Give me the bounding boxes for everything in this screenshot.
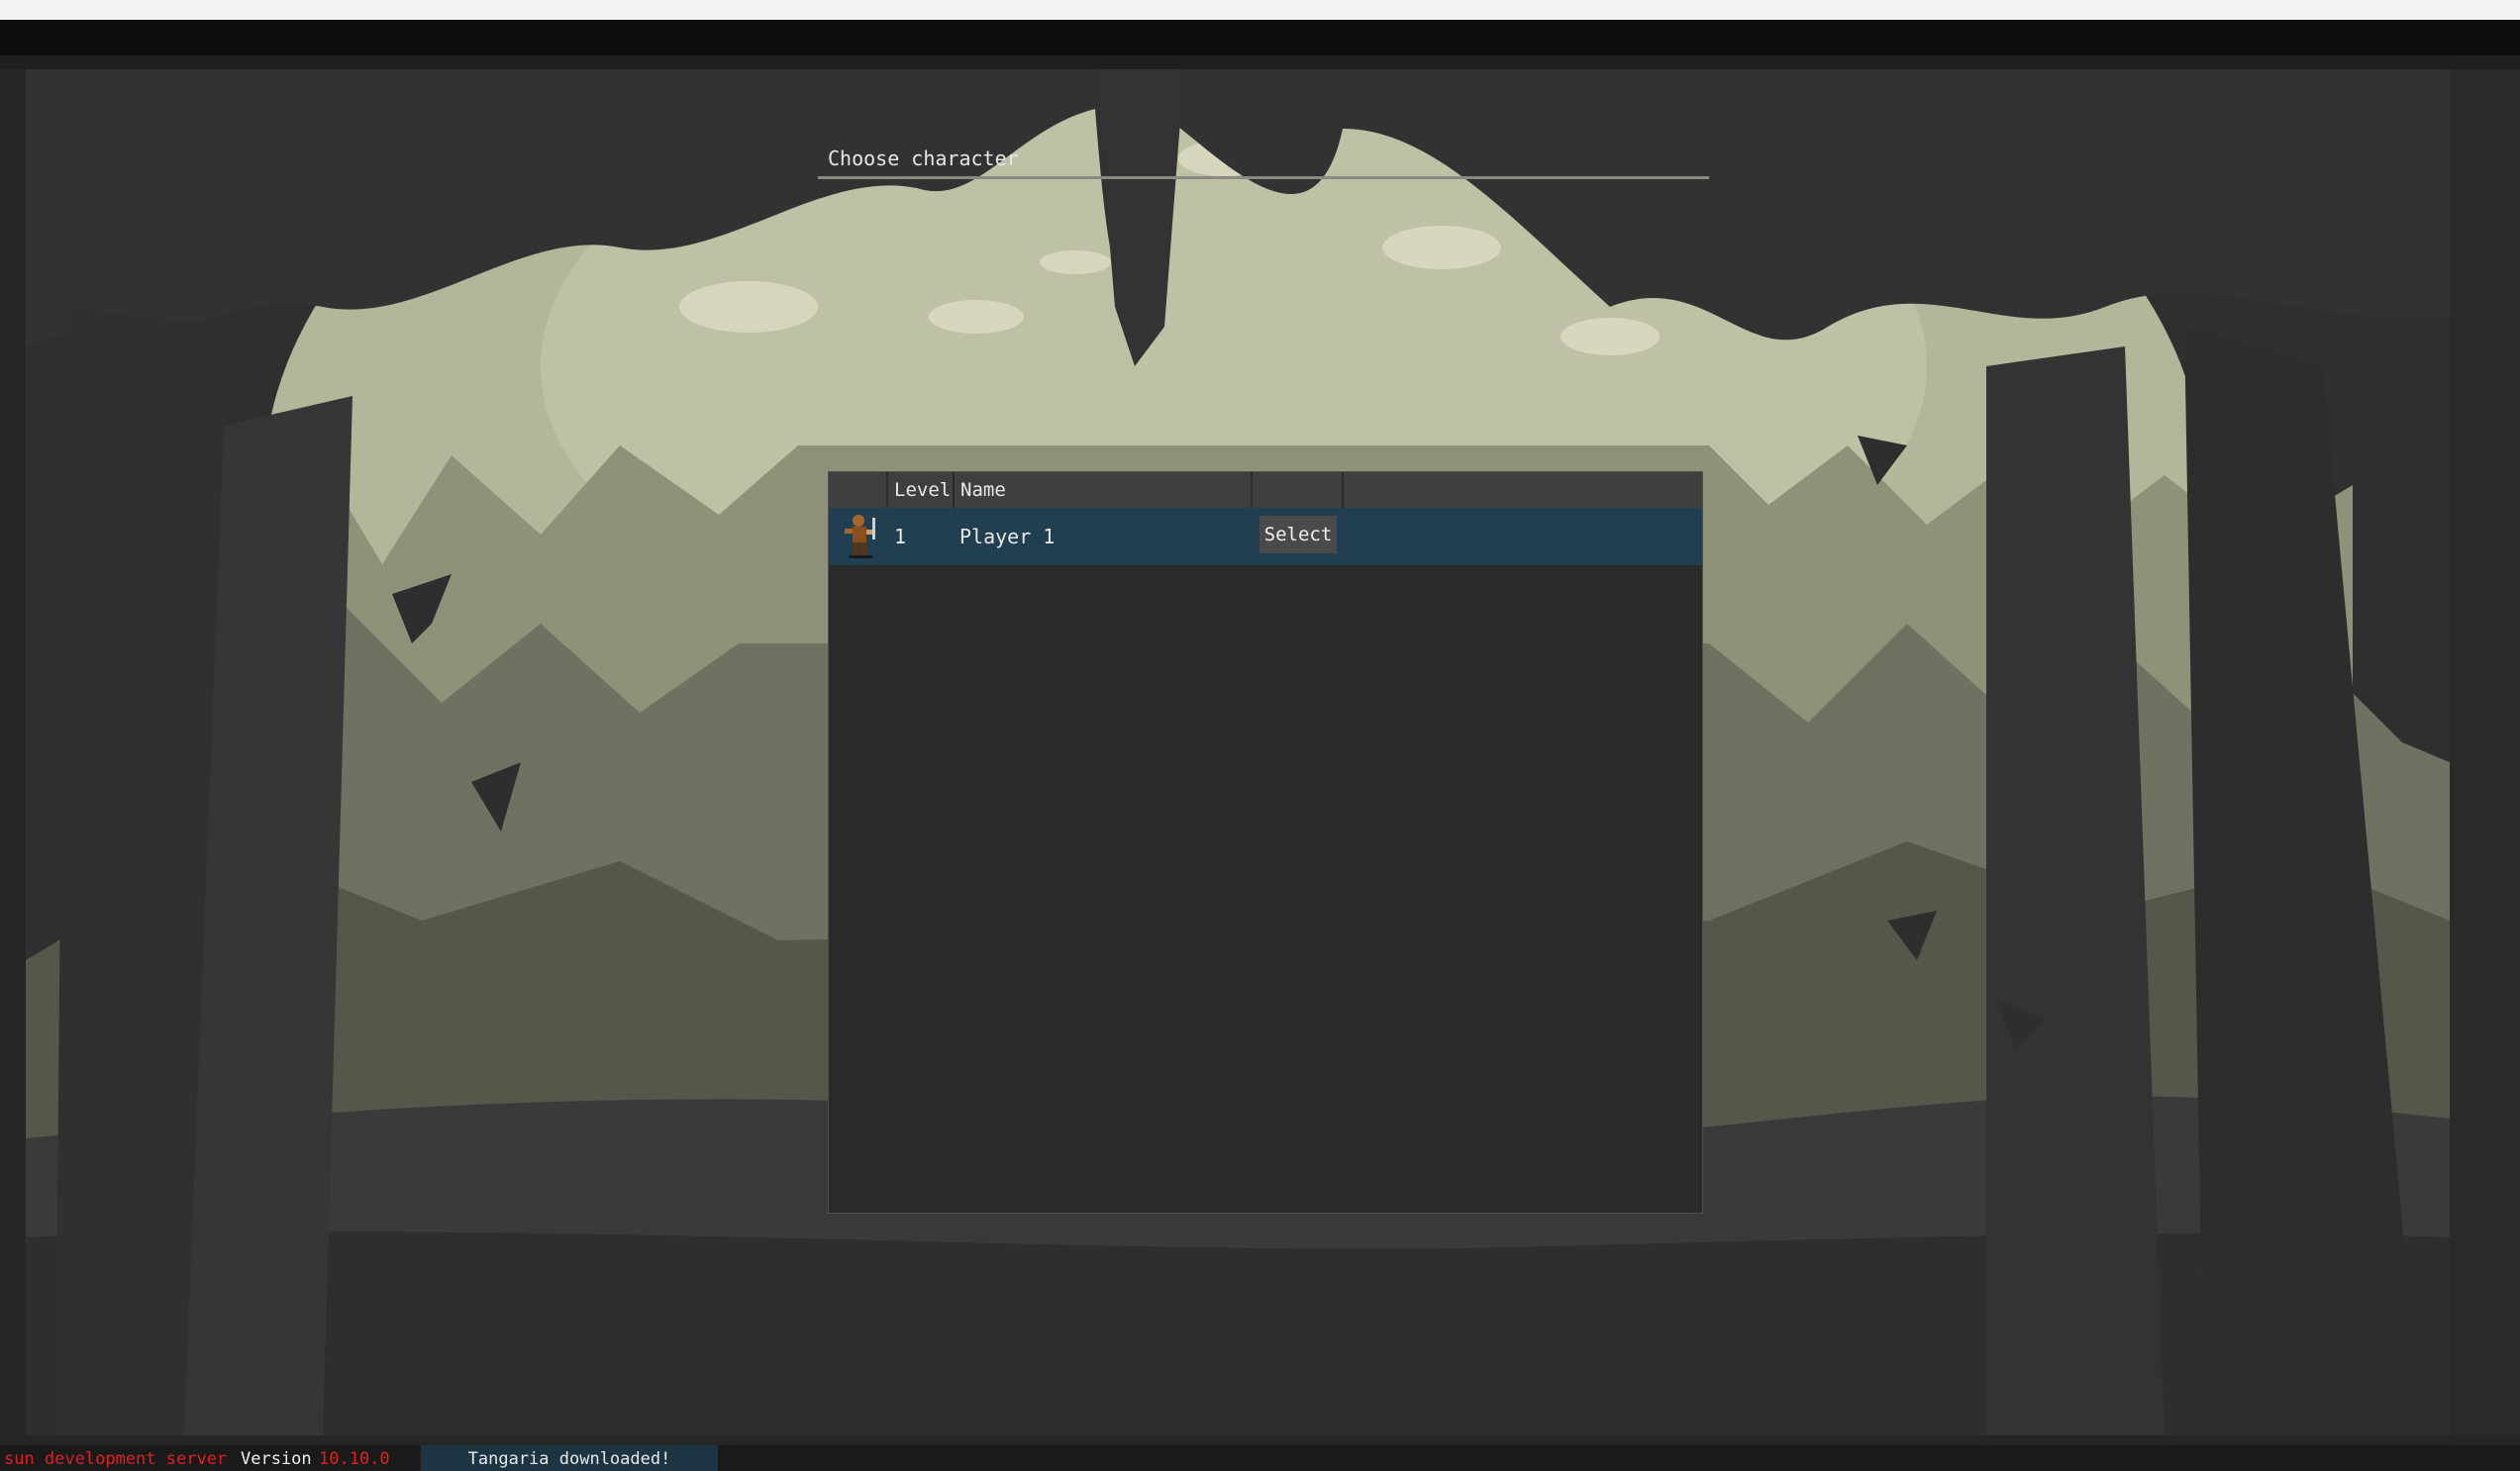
top-divider [0, 55, 2520, 69]
character-name: Player 1 [959, 525, 1056, 548]
title-underline [818, 176, 1709, 179]
header-extra [1344, 472, 1702, 508]
header-level: Level [888, 472, 955, 508]
table-header: Level Name [829, 472, 1702, 508]
header-name: Name [955, 472, 1253, 508]
top-dark-band [0, 20, 2520, 55]
window-title: Choose character [828, 147, 1019, 170]
warrior-avatar-icon [845, 515, 875, 558]
character-row[interactable]: 1 Player 1 Select [829, 508, 1702, 565]
select-button[interactable]: Select [1260, 516, 1337, 553]
title-bar: Choose character [818, 141, 1709, 182]
game-screen: Choose character Level Name 1 Player 1 S… [0, 0, 2520, 1471]
top-bar [0, 0, 2520, 20]
character-level: 1 [894, 525, 907, 548]
character-select-window: Level Name 1 Player 1 Select [828, 471, 1703, 1214]
download-notification: Tangaria downloaded! [421, 1445, 718, 1471]
status-bar: sun development server Version 10.10.0 T… [0, 1445, 2520, 1471]
game-viewport: Choose character Level Name 1 Player 1 S… [26, 69, 2450, 1435]
header-avatar [829, 472, 888, 508]
server-name: sun development server [4, 1449, 228, 1469]
header-action [1253, 472, 1344, 508]
right-gutter [2450, 69, 2520, 1435]
version-label: Version [241, 1449, 312, 1469]
version-value: 10.10.0 [319, 1449, 390, 1469]
